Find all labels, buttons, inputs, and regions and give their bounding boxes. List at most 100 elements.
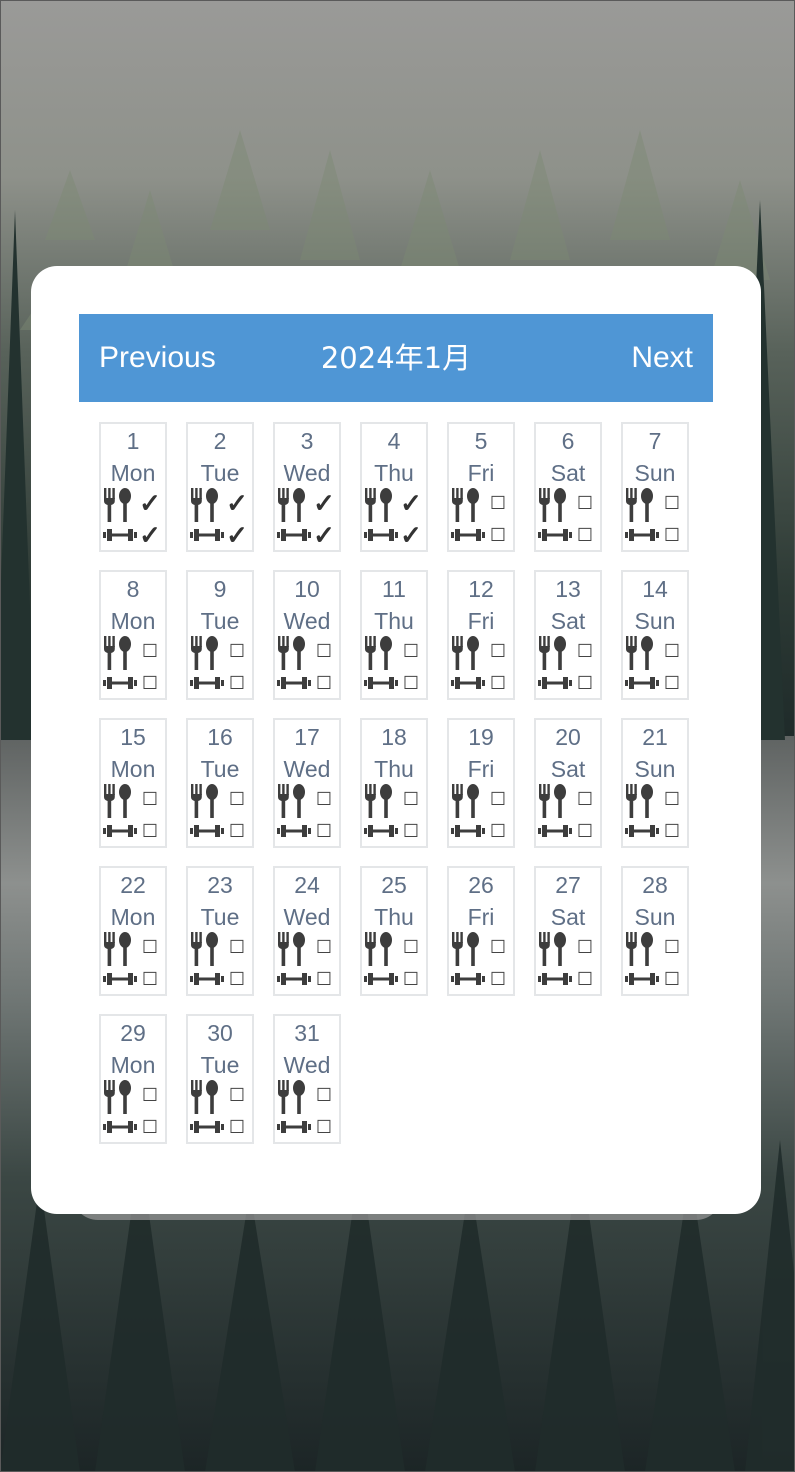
meal-checkbox[interactable]: ☐: [400, 788, 422, 810]
meal-checkbox[interactable]: ☐: [574, 788, 596, 810]
fork-spoon-icon: [538, 488, 568, 527]
meal-checkbox[interactable]: ☐: [400, 936, 422, 958]
day-cell[interactable]: 22 Mon ☐ ☐: [99, 866, 167, 996]
meal-checkbox[interactable]: ☐: [661, 788, 683, 810]
dumbbell-icon: [625, 972, 659, 991]
day-cell[interactable]: 4 Thu ✓ ✓: [360, 422, 428, 552]
workout-checkbox[interactable]: ☐: [400, 820, 422, 842]
day-cell[interactable]: 12 Fri ☐ ☐: [447, 570, 515, 700]
workout-checkbox[interactable]: ☐: [139, 820, 161, 842]
workout-checkbox[interactable]: ☐: [400, 672, 422, 694]
meal-checkbox[interactable]: ☐: [400, 640, 422, 662]
meal-checkbox[interactable]: ☐: [226, 1084, 248, 1106]
workout-checkbox[interactable]: ☐: [226, 968, 248, 990]
workout-checkbox[interactable]: ☐: [574, 672, 596, 694]
workout-checkbox[interactable]: ☐: [574, 968, 596, 990]
meal-checkbox[interactable]: ✓: [139, 490, 161, 516]
day-cell[interactable]: 11 Thu ☐ ☐: [360, 570, 428, 700]
workout-checkbox[interactable]: ☐: [487, 820, 509, 842]
meal-checkbox[interactable]: ☐: [313, 788, 335, 810]
day-cell[interactable]: 27 Sat ☐ ☐: [534, 866, 602, 996]
meal-checkbox[interactable]: ☐: [574, 936, 596, 958]
meal-checkbox[interactable]: ☐: [574, 492, 596, 514]
meal-checkbox[interactable]: ☐: [487, 640, 509, 662]
meal-checkbox[interactable]: ☐: [487, 492, 509, 514]
meal-checkbox[interactable]: ☐: [661, 492, 683, 514]
workout-checkbox[interactable]: ☐: [661, 968, 683, 990]
workout-checkbox[interactable]: ☐: [574, 524, 596, 546]
workout-checkbox[interactable]: ☐: [661, 672, 683, 694]
day-cell[interactable]: 14 Sun ☐ ☐: [621, 570, 689, 700]
meal-checkbox[interactable]: ☐: [574, 640, 596, 662]
meal-checkbox[interactable]: ☐: [226, 936, 248, 958]
workout-checkbox[interactable]: ☐: [487, 968, 509, 990]
workout-checkbox[interactable]: ☐: [487, 524, 509, 546]
workout-checkbox[interactable]: ☐: [313, 1116, 335, 1138]
day-cell[interactable]: 21 Sun ☐ ☐: [621, 718, 689, 848]
workout-checkbox[interactable]: ☐: [226, 1116, 248, 1138]
day-cell[interactable]: 17 Wed ☐ ☐: [273, 718, 341, 848]
day-cell[interactable]: 9 Tue ☐ ☐: [186, 570, 254, 700]
workout-checkbox[interactable]: ☐: [226, 672, 248, 694]
day-number: 11: [382, 576, 406, 602]
meal-checkbox[interactable]: ☐: [487, 788, 509, 810]
day-cell[interactable]: 1 Mon ✓ ✓: [99, 422, 167, 552]
day-cell[interactable]: 20 Sat ☐ ☐: [534, 718, 602, 848]
day-cell[interactable]: 29 Mon ☐ ☐: [99, 1014, 167, 1144]
workout-checkbox[interactable]: ☐: [139, 1116, 161, 1138]
meal-checkbox[interactable]: ☐: [313, 936, 335, 958]
meal-checkbox[interactable]: ☐: [487, 936, 509, 958]
meal-checkbox[interactable]: ☐: [139, 936, 161, 958]
day-cell[interactable]: 30 Tue ☐ ☐: [186, 1014, 254, 1144]
day-cell[interactable]: 8 Mon ☐ ☐: [99, 570, 167, 700]
meal-checkbox[interactable]: ☐: [226, 788, 248, 810]
day-number: 22: [120, 872, 146, 898]
meal-checkbox[interactable]: ✓: [226, 490, 248, 516]
meal-checkbox[interactable]: ☐: [661, 640, 683, 662]
meal-checkbox[interactable]: ☐: [226, 640, 248, 662]
day-cell[interactable]: 31 Wed ☐ ☐: [273, 1014, 341, 1144]
day-cell[interactable]: 24 Wed ☐ ☐: [273, 866, 341, 996]
day-cell[interactable]: 2 Tue ✓ ✓: [186, 422, 254, 552]
day-cell[interactable]: 7 Sun ☐ ☐: [621, 422, 689, 552]
day-cell[interactable]: 3 Wed ✓ ✓: [273, 422, 341, 552]
workout-checkbox[interactable]: ☐: [487, 672, 509, 694]
day-cell[interactable]: 25 Thu ☐ ☐: [360, 866, 428, 996]
previous-button[interactable]: Previous: [99, 314, 216, 402]
workout-checkbox[interactable]: ✓: [226, 522, 248, 548]
day-cell[interactable]: 5 Fri ☐ ☐: [447, 422, 515, 552]
day-cell[interactable]: 18 Thu ☐ ☐: [360, 718, 428, 848]
workout-checkbox[interactable]: ☐: [313, 672, 335, 694]
workout-checkbox[interactable]: ☐: [139, 672, 161, 694]
meal-checkbox[interactable]: ✓: [313, 490, 335, 516]
day-cell[interactable]: 23 Tue ☐ ☐: [186, 866, 254, 996]
meal-checkbox[interactable]: ☐: [661, 936, 683, 958]
workout-checkbox[interactable]: ☐: [574, 820, 596, 842]
meal-checkbox[interactable]: ✓: [400, 490, 422, 516]
workout-checkbox[interactable]: ✓: [313, 522, 335, 548]
workout-checkbox[interactable]: ☐: [313, 968, 335, 990]
meal-checkbox[interactable]: ☐: [139, 1084, 161, 1106]
workout-checkbox[interactable]: ☐: [400, 968, 422, 990]
day-cell[interactable]: 28 Sun ☐ ☐: [621, 866, 689, 996]
workout-checkbox[interactable]: ✓: [139, 522, 161, 548]
workout-checkbox[interactable]: ☐: [313, 820, 335, 842]
day-cell[interactable]: 13 Sat ☐ ☐: [534, 570, 602, 700]
workout-checkbox[interactable]: ✓: [400, 522, 422, 548]
day-cell[interactable]: 15 Mon ☐ ☐: [99, 718, 167, 848]
meal-checkbox[interactable]: ☐: [139, 788, 161, 810]
day-cell[interactable]: 19 Fri ☐ ☐: [447, 718, 515, 848]
day-cell[interactable]: 10 Wed ☐ ☐: [273, 570, 341, 700]
meal-checkbox[interactable]: ☐: [139, 640, 161, 662]
day-number: 9: [213, 576, 227, 602]
meal-checkbox[interactable]: ☐: [313, 1084, 335, 1106]
day-cell[interactable]: 16 Tue ☐ ☐: [186, 718, 254, 848]
meal-checkbox[interactable]: ☐: [313, 640, 335, 662]
workout-checkbox[interactable]: ☐: [226, 820, 248, 842]
workout-checkbox[interactable]: ☐: [139, 968, 161, 990]
workout-checkbox[interactable]: ☐: [661, 524, 683, 546]
day-cell[interactable]: 6 Sat ☐ ☐: [534, 422, 602, 552]
day-cell[interactable]: 26 Fri ☐ ☐: [447, 866, 515, 996]
workout-checkbox[interactable]: ☐: [661, 820, 683, 842]
next-button[interactable]: Next: [631, 314, 693, 402]
